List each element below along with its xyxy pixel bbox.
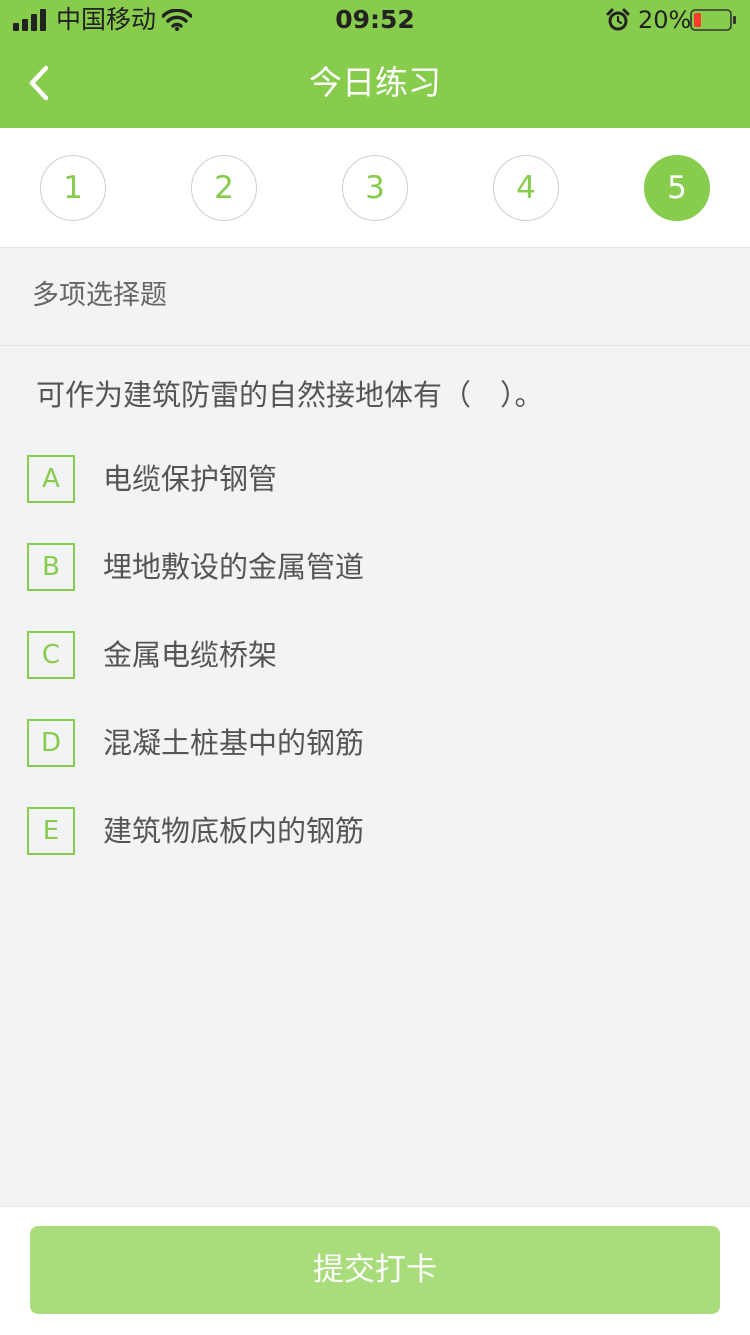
footer-bar: 提交打卡 bbox=[0, 1206, 750, 1335]
step-4-button[interactable]: 4 bbox=[493, 155, 559, 221]
step-5-button[interactable]: 5 bbox=[644, 155, 710, 221]
option-checkbox[interactable]: B bbox=[27, 543, 75, 591]
question-type-label: 多项选择题 bbox=[32, 280, 167, 311]
option-checkbox[interactable]: D bbox=[27, 719, 75, 767]
step-2-button[interactable]: 2 bbox=[191, 155, 257, 221]
option-label: 埋地敷设的金属管道 bbox=[103, 550, 365, 584]
option-checkbox[interactable]: C bbox=[27, 631, 75, 679]
submit-checkin-button[interactable]: 提交打卡 bbox=[30, 1226, 720, 1314]
option-d[interactable]: D 混凝土桩基中的钢筋 bbox=[27, 719, 717, 767]
option-c[interactable]: C 金属电缆桥架 bbox=[27, 631, 717, 679]
option-a[interactable]: A 电缆保护钢管 bbox=[27, 455, 717, 503]
option-b[interactable]: B 埋地敷设的金属管道 bbox=[27, 543, 717, 591]
option-label: 混凝土桩基中的钢筋 bbox=[103, 726, 365, 760]
option-label: 金属电缆桥架 bbox=[103, 638, 278, 672]
battery-percentage: 20% bbox=[638, 6, 692, 34]
option-label: 建筑物底板内的钢筋 bbox=[103, 814, 365, 848]
battery-icon bbox=[690, 9, 736, 31]
alarm-clock-icon bbox=[606, 8, 630, 31]
step-1-button[interactable]: 1 bbox=[40, 155, 106, 221]
question-step-nav: 1 2 3 4 5 bbox=[0, 128, 750, 248]
option-checkbox[interactable]: E bbox=[27, 807, 75, 855]
option-checkbox[interactable]: A bbox=[27, 455, 75, 503]
option-label: 电缆保护钢管 bbox=[103, 462, 278, 496]
question-type-bar: 多项选择题 bbox=[0, 248, 750, 346]
status-bar: 中国移动 09:52 20% bbox=[0, 0, 750, 40]
app-header: 中国移动 09:52 20% 今日练习 bbox=[0, 0, 750, 128]
step-3-button[interactable]: 3 bbox=[342, 155, 408, 221]
option-e[interactable]: E 建筑物底板内的钢筋 bbox=[27, 807, 717, 855]
question-text: 可作为建筑防雷的自然接地体有（ ）。 bbox=[36, 378, 544, 412]
page-title: 今日练习 bbox=[309, 63, 441, 102]
